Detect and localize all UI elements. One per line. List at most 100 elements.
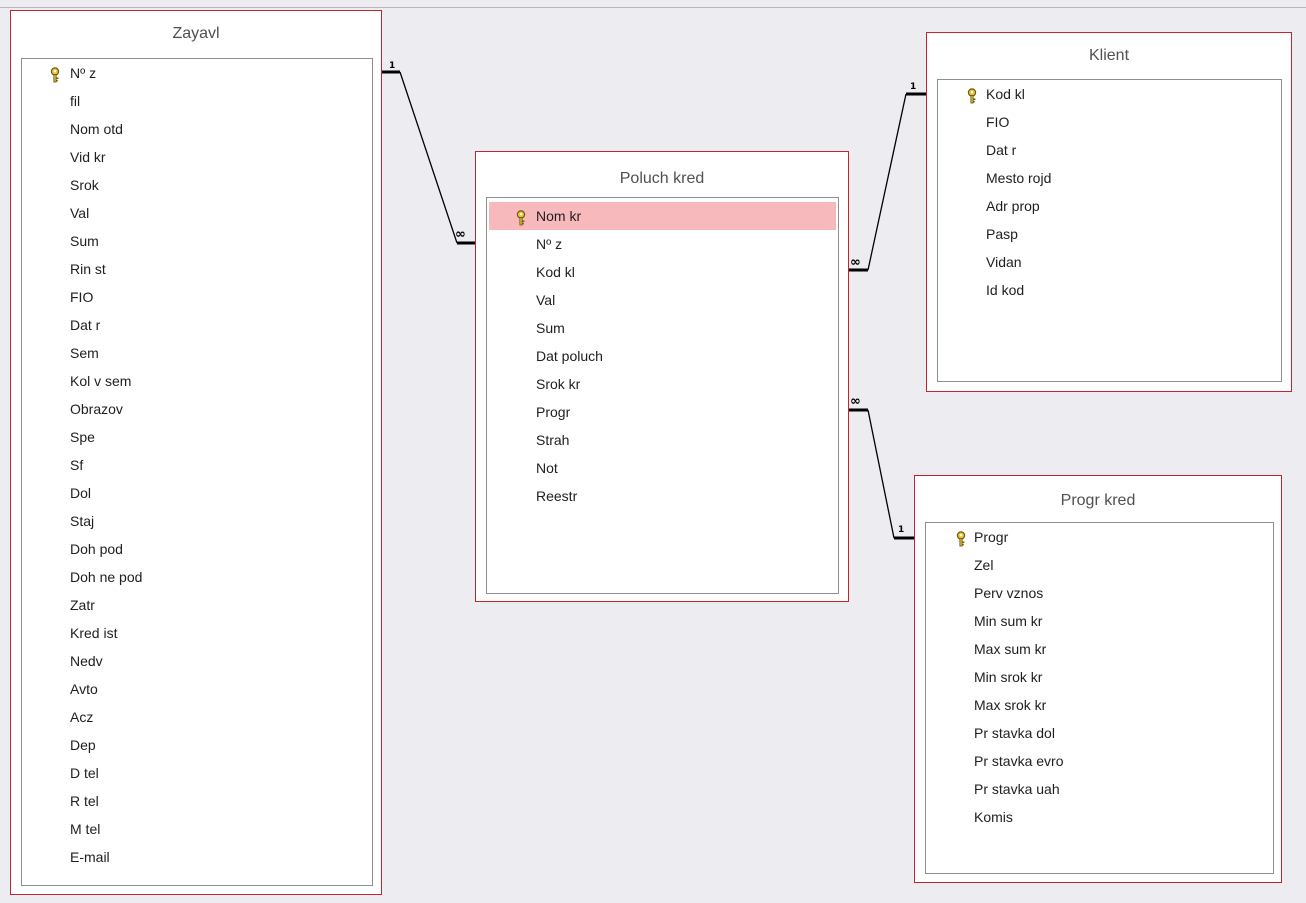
field-list[interactable]: Kod kl FIO Dat r Mesto rojd Adr prop Pasp Vida…	[937, 79, 1282, 382]
field-row[interactable]: Dep	[22, 731, 372, 759]
field-row[interactable]: Progr	[487, 398, 838, 426]
field-row[interactable]: Mesto rojd	[938, 164, 1281, 192]
field-row[interactable]: Max sum kr	[926, 635, 1273, 663]
key-icon	[966, 85, 978, 104]
field-row[interactable]: Vid kr	[22, 143, 372, 171]
table-zayavl[interactable]: Zayavl Nº z fil Nom otd Vid kr Srok Val Sum Rin…	[10, 10, 382, 895]
field-name: Pasp	[986, 226, 1018, 242]
field-row[interactable]: Dat poluch	[487, 342, 838, 370]
field-row[interactable]: Rin st	[22, 255, 372, 283]
field-row[interactable]: Spe	[22, 423, 372, 451]
field-list[interactable]: Nom kr Nº z Kod kl Val Sum Dat poluch Srok kr P…	[486, 197, 839, 594]
field-name: Kod kl	[536, 264, 575, 280]
table-poluch-kred[interactable]: Poluch kred Nom kr Nº z Kod kl Val Sum Dat po…	[475, 151, 849, 602]
field-row[interactable]: M tel	[22, 815, 372, 843]
field-row-key[interactable]: Kod kl	[938, 80, 1281, 108]
field-row[interactable]: Adr prop	[938, 192, 1281, 220]
field-row[interactable]: Reestr	[487, 482, 838, 510]
field-row[interactable]: Komis	[926, 803, 1273, 831]
field-name: R tel	[70, 793, 99, 809]
field-row[interactable]: Kod kl	[487, 258, 838, 286]
table-progr-kred[interactable]: Progr kred Progr Zel Perv vznos Min sum kr M…	[914, 475, 1282, 883]
field-row[interactable]: D tel	[22, 759, 372, 787]
field-row[interactable]: Kred ist	[22, 619, 372, 647]
field-row[interactable]: Kol v sem	[22, 367, 372, 395]
field-row[interactable]: Obrazov	[22, 395, 372, 423]
field-row[interactable]: Pr stavka evro	[926, 747, 1273, 775]
field-row[interactable]: Val	[22, 199, 372, 227]
field-name: Pr stavka uah	[974, 781, 1060, 797]
field-name: Nº z	[70, 65, 97, 81]
field-row-key[interactable]: Nº z	[22, 59, 372, 87]
field-name: Kol v sem	[70, 373, 132, 389]
field-name: Dep	[70, 737, 96, 753]
table-title[interactable]: Progr kred	[915, 478, 1281, 524]
field-row[interactable]: Val	[487, 286, 838, 314]
field-row[interactable]: Pasp	[938, 220, 1281, 248]
field-name: Max sum kr	[974, 641, 1047, 657]
field-row[interactable]: Min srok kr	[926, 663, 1273, 691]
field-row[interactable]: Srok	[22, 171, 372, 199]
field-row[interactable]: FIO	[22, 283, 372, 311]
field-row[interactable]: Max srok kr	[926, 691, 1273, 719]
field-row[interactable]: Dol	[22, 479, 372, 507]
field-row[interactable]: Avto	[22, 675, 372, 703]
field-row[interactable]: Doh pod	[22, 535, 372, 563]
field-row[interactable]: Nedv	[22, 647, 372, 675]
field-name: Val	[70, 205, 90, 221]
field-row[interactable]: Staj	[22, 507, 372, 535]
table-title[interactable]: Klient	[927, 33, 1291, 79]
field-name: Vidan	[986, 254, 1022, 270]
field-name: Pr stavka evro	[974, 753, 1064, 769]
field-name: Rin st	[70, 261, 106, 277]
field-row[interactable]: Doh ne pod	[22, 563, 372, 591]
field-row[interactable]: FIO	[938, 108, 1281, 136]
field-row[interactable]: Zel	[926, 551, 1273, 579]
field-name: Progr	[974, 529, 1009, 545]
field-row[interactable]: Min sum kr	[926, 607, 1273, 635]
field-row[interactable]: Sum	[22, 227, 372, 255]
field-name: Vid kr	[70, 149, 106, 165]
table-title[interactable]: Zayavl	[11, 11, 381, 57]
field-row-key[interactable]: Progr	[926, 523, 1273, 551]
field-row[interactable]: Pr stavka dol	[926, 719, 1273, 747]
field-row[interactable]: fil	[22, 87, 372, 115]
field-row[interactable]: Dat r	[938, 136, 1281, 164]
field-row[interactable]: Zatr	[22, 591, 372, 619]
field-row[interactable]: Sem	[22, 339, 372, 367]
field-row-key[interactable]: Nom kr	[489, 202, 836, 230]
field-row[interactable]: Sf	[22, 451, 372, 479]
field-name: Dat poluch	[536, 348, 603, 364]
field-row[interactable]: Sum	[487, 314, 838, 342]
table-title[interactable]: Poluch kred	[476, 156, 848, 202]
field-row[interactable]: R tel	[22, 787, 372, 815]
field-name: Min srok kr	[974, 669, 1043, 685]
field-row[interactable]: Pr stavka uah	[926, 775, 1273, 803]
field-row[interactable]: Not	[487, 454, 838, 482]
relationship-klient-poluch[interactable]: 1 ∞	[849, 82, 926, 272]
field-row[interactable]: Acz	[22, 703, 372, 731]
field-name: Perv vznos	[974, 585, 1044, 601]
field-row[interactable]: E-mail	[22, 843, 372, 871]
field-name: Sf	[70, 457, 84, 473]
relationship-zayavl-poluch[interactable]: 1 ∞	[382, 61, 475, 245]
field-name: Not	[536, 460, 558, 476]
relationship-progr-poluch[interactable]: ∞ 1	[849, 394, 914, 540]
field-row[interactable]: Perv vznos	[926, 579, 1273, 607]
table-klient[interactable]: Klient Kod kl FIO Dat r Mesto rojd Adr prop P…	[926, 32, 1292, 392]
rel-many-label: ∞	[850, 394, 861, 409]
field-name: Komis	[974, 809, 1013, 825]
field-list[interactable]: Progr Zel Perv vznos Min sum kr Max sum kr Mi…	[925, 522, 1274, 874]
field-row[interactable]: Nom otd	[22, 115, 372, 143]
field-row[interactable]: Dat r	[22, 311, 372, 339]
rel-one-label: 1	[389, 61, 395, 71]
field-name: Val	[536, 292, 556, 308]
field-row[interactable]: Srok kr	[487, 370, 838, 398]
field-row[interactable]: Strah	[487, 426, 838, 454]
key-icon	[49, 64, 61, 83]
field-row[interactable]: Nº z	[487, 230, 838, 258]
field-name: fil	[70, 93, 81, 109]
field-list[interactable]: Nº z fil Nom otd Vid kr Srok Val Sum Rin st FIO D…	[21, 58, 373, 886]
field-row[interactable]: Vidan	[938, 248, 1281, 276]
field-row[interactable]: Id kod	[938, 276, 1281, 304]
